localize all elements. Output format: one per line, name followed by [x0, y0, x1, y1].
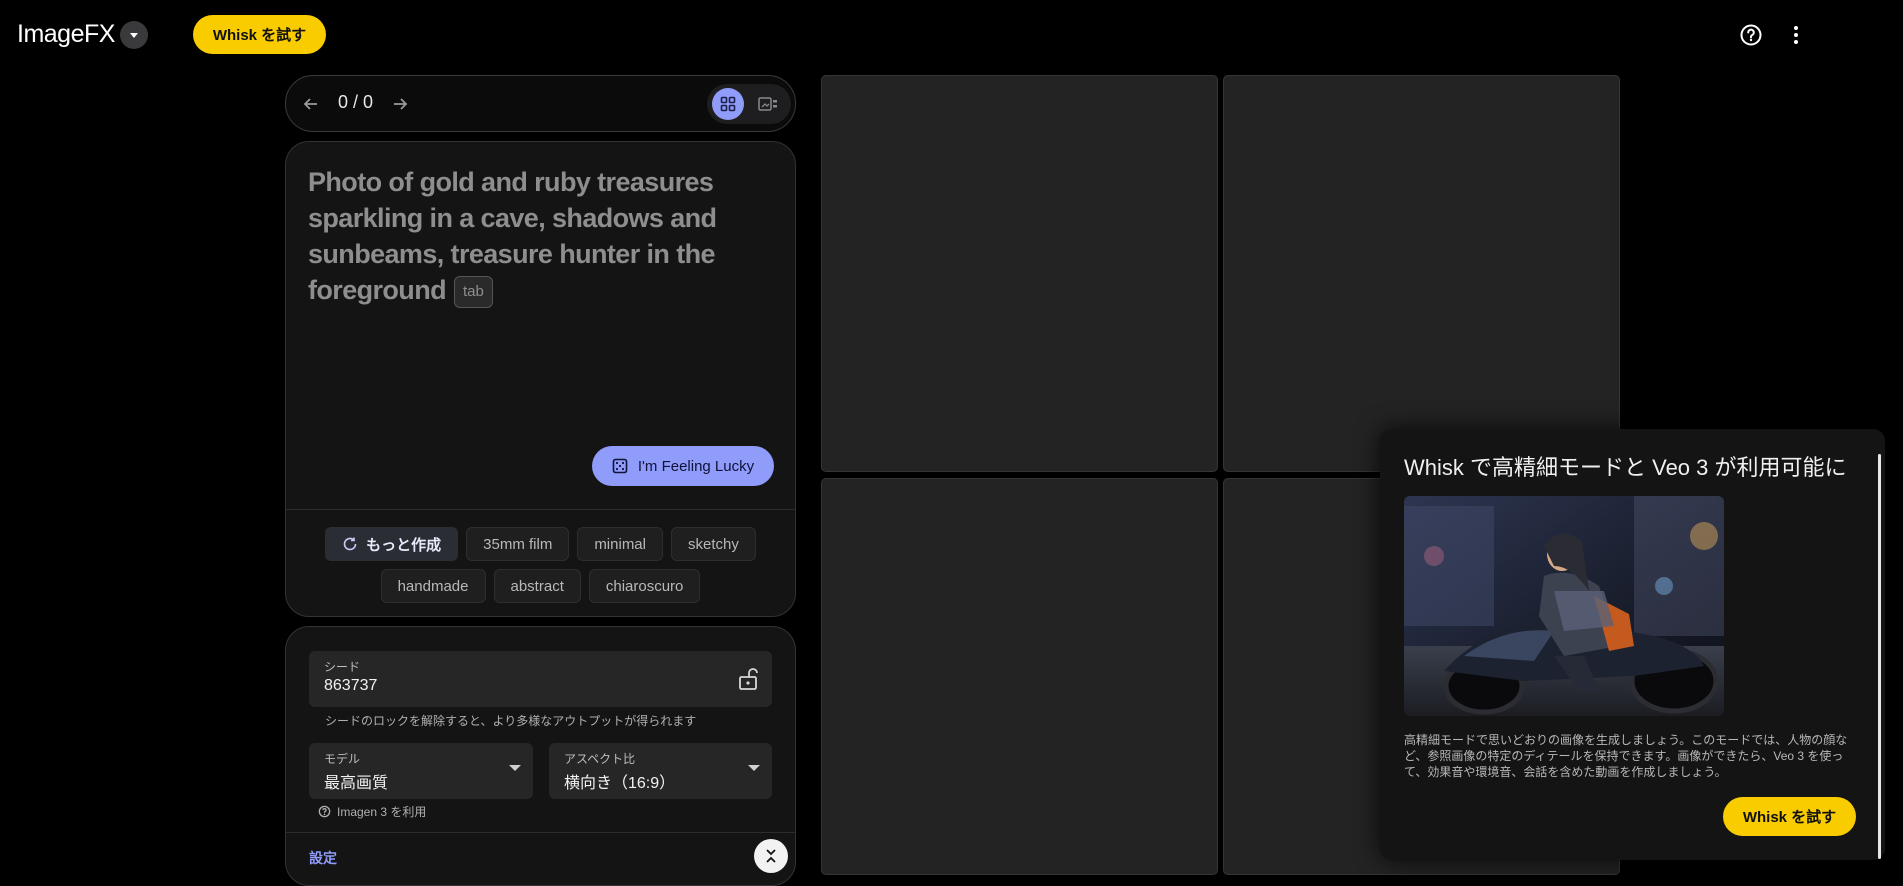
help-icon[interactable] [1737, 21, 1765, 49]
feeling-lucky-button[interactable]: I'm Feeling Lucky [592, 446, 774, 486]
style-chip[interactable]: sketchy [671, 527, 756, 561]
prompt-input[interactable]: Photo of gold and ruby treasures sparkli… [308, 164, 748, 308]
chevron-down-icon [130, 32, 138, 38]
more-options-icon[interactable] [1782, 21, 1810, 49]
scrollbar[interactable] [1878, 454, 1881, 859]
grid-view-icon[interactable] [712, 88, 744, 120]
style-chip[interactable]: chiaroscuro [588, 569, 701, 603]
imagen-note: Imagen 3 を利用 [318, 803, 426, 820]
top-bar: ImageFX Whisk を試す [0, 0, 1903, 70]
model-label: モデル [324, 752, 361, 766]
style-chip[interactable]: handmade [380, 569, 486, 603]
expand-icon[interactable] [754, 839, 788, 873]
promo-body: 高精細モードで思いどおりの画像を生成しましょう。このモードでは、人物の顔など、参… [1404, 733, 1848, 779]
help-icon[interactable] [318, 805, 331, 818]
prompt-card: Photo of gold and ruby treasures sparkli… [285, 141, 796, 617]
tab-hint: tab [453, 275, 493, 308]
refresh-icon [343, 537, 357, 551]
promo-title: Whisk で高精細モードと Veo 3 が利用可能に [1404, 455, 1847, 480]
view-toggle [707, 84, 791, 124]
aspect-value: 横向き（16:9） [564, 775, 676, 792]
prompt-placeholder: Photo of gold and ruby treasures sparkli… [308, 167, 717, 305]
style-chip[interactable]: minimal [577, 527, 663, 561]
style-chip[interactable]: abstract [493, 569, 581, 603]
model-value: 最高画質 [324, 775, 389, 792]
try-whisk-button[interactable]: Whisk を試す [193, 15, 326, 54]
settings-link[interactable]: 設定 [309, 848, 337, 868]
arrow-left-icon[interactable] [298, 91, 324, 117]
aspect-label: アスペクト比 [564, 752, 636, 766]
arrow-right-icon[interactable] [387, 91, 413, 117]
seed-value: 863737 [324, 677, 378, 694]
promo-image [1404, 496, 1724, 716]
dropdown-caret-icon [509, 765, 521, 771]
app-logo[interactable]: ImageFX [17, 20, 115, 49]
unlock-icon[interactable] [734, 665, 762, 693]
aspect-ratio-select[interactable]: アスペクト比 横向き（16:9） [549, 743, 772, 799]
dice-icon [612, 458, 628, 474]
seed-label: シード [324, 660, 361, 674]
feeling-lucky-label: I'm Feeling Lucky [637, 457, 755, 475]
settings-footer: 設定 [286, 832, 795, 885]
image-tile[interactable] [821, 478, 1218, 875]
more-suggestions-chip[interactable]: もっと作成 [325, 527, 459, 561]
model-select[interactable]: モデル 最高画質 [309, 743, 533, 799]
image-tile[interactable] [821, 75, 1218, 472]
style-chip[interactable]: 35mm film [466, 527, 570, 561]
page-count: 0 / 0 [338, 92, 374, 112]
seed-field[interactable]: シード 863737 [309, 651, 772, 707]
settings-card: シード 863737 シードのロックを解除すると、より多様なアウトプットが得られ… [285, 626, 796, 886]
whisk-promo-panel: Whisk で高精細モードと Veo 3 が利用可能に 高精細モードで思いどおり… [1380, 429, 1885, 860]
style-chips: もっと作成 35mm film minimal sketchy handmade… [286, 509, 795, 616]
image-tile[interactable] [1223, 75, 1620, 472]
promo-try-whisk-button[interactable]: Whisk を試す [1723, 797, 1856, 836]
dropdown-caret-icon [748, 765, 760, 771]
seed-hint: シードのロックを解除すると、より多様なアウトプットが得られます [325, 714, 697, 728]
single-view-icon[interactable] [752, 88, 784, 120]
result-pager: 0 / 0 [285, 75, 796, 132]
app-switcher-dropdown[interactable] [120, 21, 148, 49]
